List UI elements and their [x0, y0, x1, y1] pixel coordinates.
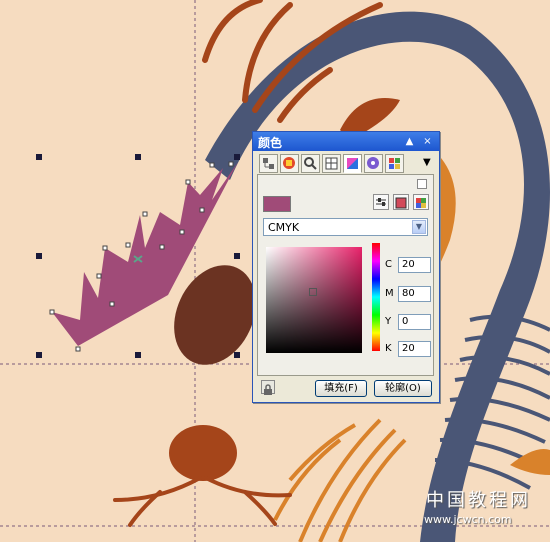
channel-k-label: K	[385, 343, 392, 354]
docker-tab-row: ▼	[257, 154, 437, 174]
color-model-value: CMYK	[268, 221, 300, 234]
color-harmony-tab-icon[interactable]	[259, 154, 278, 173]
rust-circle-shape[interactable]	[169, 425, 237, 481]
color-palettes-icon[interactable]	[413, 194, 429, 210]
fill-button[interactable]: 填充(F)	[315, 380, 367, 397]
pin-icon[interactable]: ▲	[403, 135, 416, 148]
channel-k-field[interactable]: 20	[398, 341, 431, 357]
docker-title: 颜色	[258, 136, 283, 150]
styles-tab-icon[interactable]	[385, 154, 404, 173]
color-picker-marker[interactable]	[309, 288, 317, 296]
zoom-tab-icon[interactable]	[301, 154, 320, 173]
hue-slider[interactable]	[372, 243, 380, 351]
close-icon[interactable]: ×	[421, 135, 434, 148]
color-docker-content: CMYK ▼ C 20 M 80 Y 0 K 20	[257, 174, 434, 376]
channel-m-label: M	[385, 288, 394, 299]
options-flyout-icon[interactable]	[417, 179, 427, 189]
color-viewer-icon[interactable]	[393, 194, 409, 210]
watermark-url: www.jcwcn.com	[424, 513, 512, 526]
docker-footer: 填充(F) 轮廓(O)	[253, 376, 439, 402]
color-model-select[interactable]: CMYK ▼	[263, 218, 428, 236]
chevron-down-icon[interactable]: ▼	[412, 220, 426, 234]
outline-button[interactable]: 轮廓(O)	[374, 380, 432, 397]
docker-titlebar[interactable]: 颜色 ▲ ×	[253, 132, 439, 151]
color-tab-icon[interactable]	[343, 154, 362, 173]
channel-c-label: C	[385, 259, 392, 270]
watermark-title: 中国教程网	[426, 490, 531, 511]
color-docker-panel: 颜色 ▲ × ▼ CMYK ▼ C 20 M 80 Y 0 K 20 填充(F)…	[252, 131, 440, 403]
channel-c-field[interactable]: 20	[398, 257, 431, 273]
channel-y-label: Y	[385, 316, 392, 327]
channel-m-field[interactable]: 80	[398, 286, 431, 302]
palette-tab-icon[interactable]	[280, 154, 299, 173]
lock-icon[interactable]	[261, 380, 275, 395]
channel-y-field[interactable]: 0	[398, 314, 431, 330]
color-sliders-icon[interactable]	[373, 194, 389, 210]
grid-tab-icon[interactable]	[322, 154, 341, 173]
current-color-swatch	[263, 196, 291, 212]
color-picker-square[interactable]	[266, 247, 362, 353]
object-tab-icon[interactable]	[364, 154, 383, 173]
more-tabs-icon[interactable]: ▼	[423, 157, 431, 168]
